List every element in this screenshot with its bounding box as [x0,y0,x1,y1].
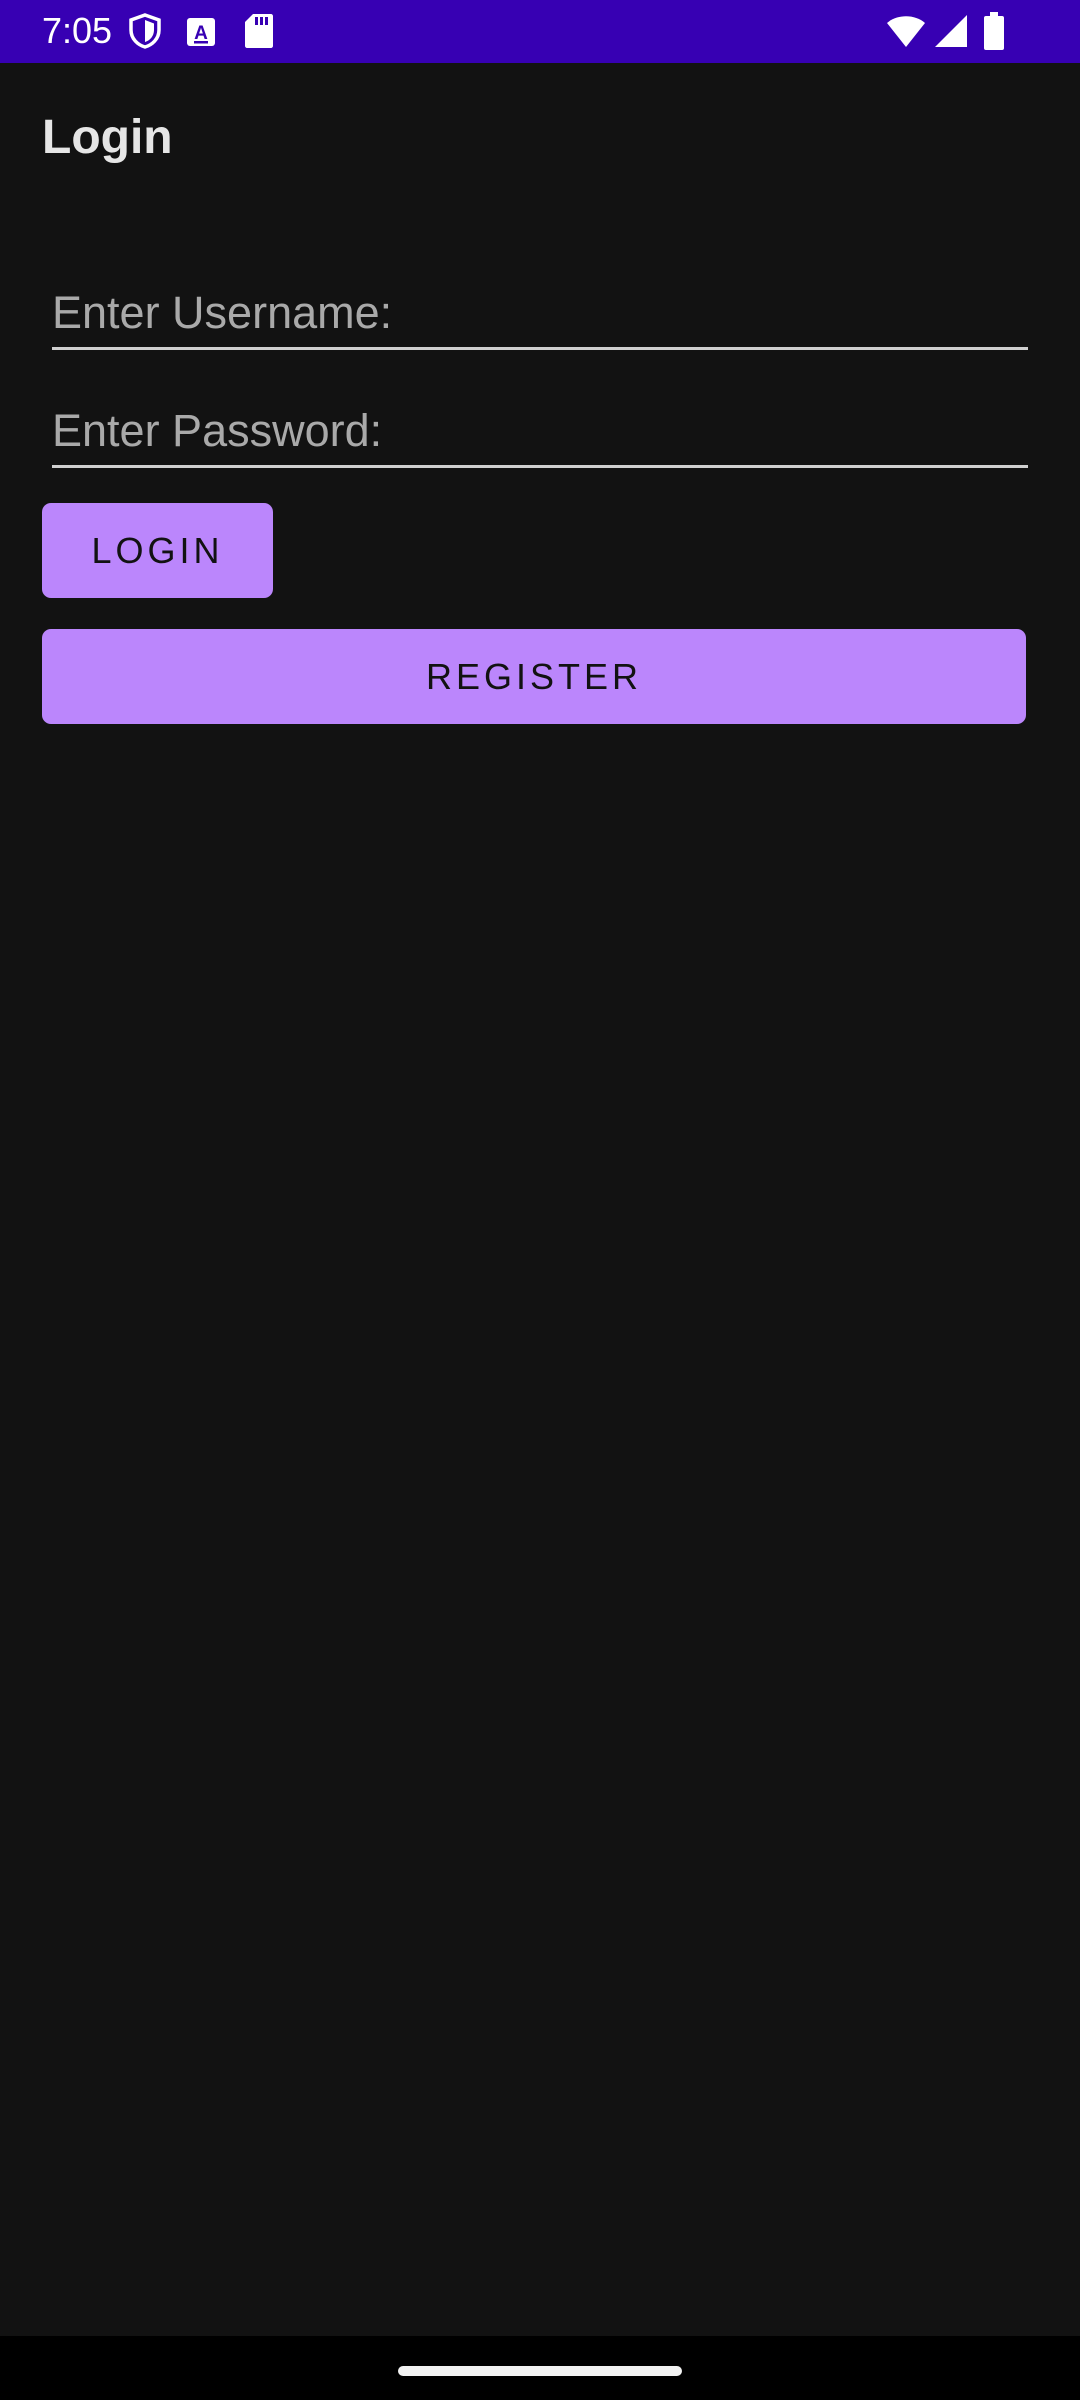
wifi-icon [887,16,925,47]
svg-text:A: A [194,23,208,44]
login-button-label: Login [91,529,224,571]
login-button[interactable]: Login [42,503,273,598]
password-field[interactable] [52,396,1028,468]
cell-signal-icon [935,15,967,47]
navigation-bar [0,2336,1080,2400]
status-bar: 7:05 A [0,0,1080,63]
username-input[interactable] [52,278,1028,347]
sd-card-icon [245,14,273,48]
register-button-label: Register [425,655,643,697]
battery-icon [984,12,1004,50]
register-button[interactable]: Register [42,629,1026,724]
username-field[interactable] [52,278,1028,350]
page-title: Login [42,111,173,164]
home-handle[interactable] [398,2366,682,2376]
text-a-icon: A [187,18,215,46]
status-time: 7:05 [42,10,113,51]
password-input[interactable] [52,396,1028,465]
shield-icon [129,13,161,49]
